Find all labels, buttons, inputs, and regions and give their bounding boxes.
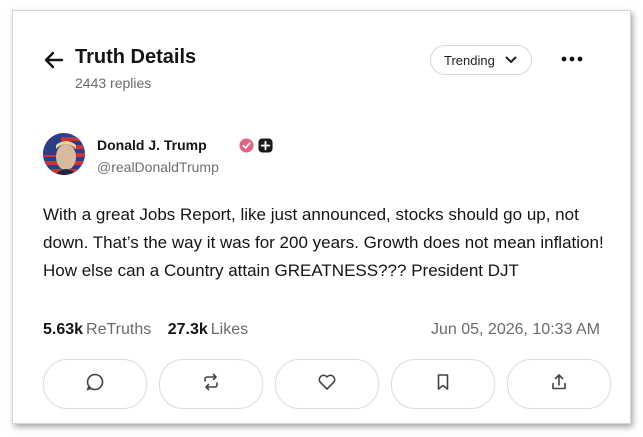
author-name[interactable]: Donald J. Trump [97,137,207,153]
header: Truth Details 2443 replies Trending [43,45,610,95]
reply-count: 2443 replies [75,75,152,91]
reply-icon [86,373,104,391]
author-handle[interactable]: @realDonaldTrump [97,159,219,175]
share-icon [552,374,566,390]
action-bar [43,359,613,409]
sort-dropdown[interactable]: Trending [430,45,532,75]
like-button[interactable] [275,359,379,409]
post-timestamp: Jun 05, 2026, 10:33 AM [430,321,600,338]
retruth-button[interactable] [159,359,263,409]
share-button[interactable] [507,359,611,409]
likes-stat[interactable]: 27.3k Likes [168,321,248,338]
reply-button[interactable] [43,359,147,409]
more-options-button[interactable] [560,51,584,67]
page-title: Truth Details [75,46,197,68]
author-badges [239,138,273,153]
post-text: With a great Jobs Report, like just anno… [43,205,604,280]
bookmark-button[interactable] [391,359,495,409]
avatar[interactable] [43,133,85,175]
chevron-down-icon [505,56,517,63]
retruths-label: ReTruths [86,321,152,338]
truth-details-card: Truth Details 2443 replies Trending Dona… [12,10,631,424]
retruths-count: 5.63k [43,321,84,338]
verified-badge-icon [239,138,254,153]
plus-badge-icon [258,138,273,153]
arrow-left-icon [44,51,64,69]
more-horizontal-icon [561,56,583,62]
retruth-icon [204,373,218,391]
sort-label: Trending [444,52,495,68]
back-button[interactable] [43,49,67,71]
post-author: Donald J. Trump @realDonaldTrump [43,133,610,181]
like-icon [318,374,336,390]
retruths-stat[interactable]: 5.63k ReTruths [43,321,156,338]
bookmark-icon [437,374,449,390]
avatar-image [43,133,85,175]
likes-label: Likes [210,321,249,338]
post-stats: 5.63k ReTruths 27.3k Likes Jun 05, 2026, 1… [43,321,600,343]
likes-count: 27.3k [167,321,208,338]
